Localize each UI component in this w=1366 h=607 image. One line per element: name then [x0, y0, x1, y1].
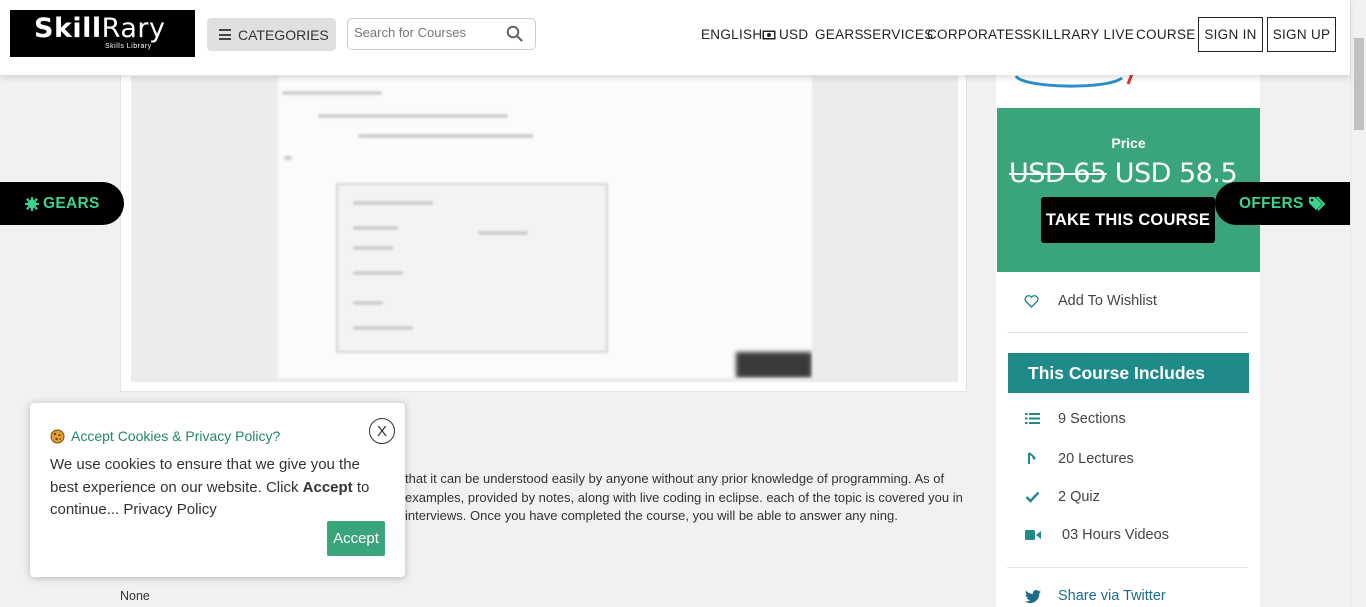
offers-tab-label: OFFERS — [1239, 194, 1304, 212]
sign-up-button[interactable]: SIGN UP — [1267, 17, 1336, 52]
nav-course[interactable]: COURSE — [1136, 27, 1196, 42]
video-icon — [1025, 530, 1041, 540]
nav-usd-label: USD — [779, 27, 809, 42]
wishlist-label: Add To Wishlist — [1058, 293, 1157, 309]
include-label: 2 Quiz — [1058, 488, 1100, 505]
close-button[interactable]: X — [369, 418, 395, 444]
cookie-consent-popup: Accept Cookies & Privacy Policy? X We us… — [30, 403, 405, 577]
include-sections: 9 Sections — [1025, 411, 1126, 427]
include-label: 9 Sections — [1058, 410, 1126, 427]
categories-button[interactable]: CATEGORIES — [207, 18, 336, 51]
gears-side-tab[interactable]: GEARS — [0, 182, 124, 225]
price-row: USD 65 USD 58.5 — [1009, 158, 1238, 189]
include-label: 03 Hours Videos — [1062, 527, 1169, 543]
tags-icon — [1308, 196, 1326, 211]
include-lectures: 20 Lectures — [1025, 451, 1134, 467]
accept-button[interactable]: Accept — [327, 521, 385, 556]
search-box — [347, 18, 536, 50]
divider — [1007, 567, 1248, 568]
logo-text-skill: Skill — [34, 13, 102, 44]
gear-icon — [25, 196, 39, 211]
menu-icon — [219, 29, 231, 40]
cookie-message: We use cookies to ensure that we give yo… — [50, 454, 385, 522]
share-twitter-link[interactable]: Share via Twitter — [1025, 588, 1166, 604]
heart-icon — [1024, 294, 1039, 308]
course-description: that it can be understood easily by anyo… — [405, 471, 963, 523]
money-icon — [762, 30, 776, 39]
logo-text-rary: Rary — [101, 13, 166, 44]
gears-tab-label: GEARS — [43, 194, 100, 212]
scrollbar-thumb[interactable] — [1354, 38, 1364, 130]
categories-label: CATEGORIES — [238, 26, 329, 43]
video-thumbnail — [278, 76, 812, 378]
include-videos: 03 Hours Videos — [1025, 527, 1169, 543]
course-logo-fragment — [1014, 74, 1134, 88]
share-twitter-label: Share via Twitter — [1058, 588, 1166, 604]
logo-subtitle: Skills Library — [105, 43, 152, 50]
nav-gears[interactable]: GEARS — [815, 27, 864, 42]
nav-english[interactable]: ENGLISH — [701, 27, 762, 42]
take-this-course-button[interactable]: TAKE THIS COURSE — [1041, 197, 1215, 243]
discounted-price: USD 58.5 — [1114, 158, 1238, 189]
skillrary-logo[interactable]: SkillRary Skills Library — [10, 10, 195, 57]
nav-currency[interactable]: USD — [762, 27, 808, 42]
video-player[interactable] — [131, 76, 958, 382]
course-preview-card — [120, 70, 967, 392]
cookie-title-label: Accept Cookies & Privacy Policy? — [71, 428, 281, 444]
sign-in-button[interactable]: SIGN IN — [1198, 17, 1263, 52]
cookie-title: Accept Cookies & Privacy Policy? — [50, 428, 280, 444]
logo-text: SkillRary — [34, 14, 165, 44]
original-price: USD 65 — [1009, 158, 1107, 189]
top-header: SkillRary Skills Library CATEGORIES ENGL… — [0, 0, 1350, 75]
include-label: 20 Lectures — [1058, 450, 1134, 467]
lecture-icon — [1028, 452, 1036, 464]
include-quiz: 2 Quiz — [1025, 489, 1100, 505]
cookie-message-accept-word: Accept — [302, 478, 353, 496]
page-scrollbar[interactable] — [1350, 0, 1366, 607]
nav-services[interactable]: SERVICES — [863, 27, 933, 42]
none-label: None — [120, 589, 150, 603]
add-to-wishlist[interactable]: Add To Wishlist — [1024, 293, 1157, 309]
twitter-icon — [1025, 589, 1041, 603]
divider — [1007, 332, 1248, 333]
offers-side-tab[interactable]: OFFERS — [1215, 182, 1350, 225]
nav-skillrary-live[interactable]: SKILLRARY LIVE — [1023, 27, 1134, 42]
course-includes-heading: This Course Includes — [1008, 353, 1249, 393]
list-icon — [1025, 413, 1040, 424]
search-input[interactable] — [354, 25, 494, 40]
nav-corporates[interactable]: CORPORATES — [927, 27, 1024, 42]
price-label: Price — [1111, 135, 1146, 151]
cookie-icon — [50, 429, 65, 443]
check-icon — [1025, 491, 1040, 503]
search-icon[interactable] — [506, 25, 523, 47]
